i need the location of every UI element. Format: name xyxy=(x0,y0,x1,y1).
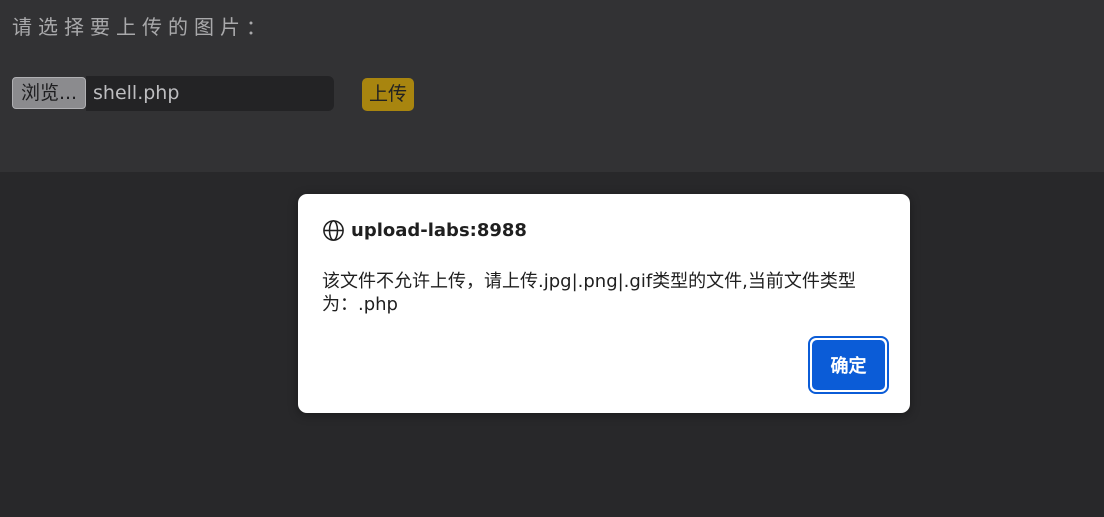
alert-dialog: upload-labs:8988 该文件不允许上传，请上传.jpg|.png|.… xyxy=(298,194,910,413)
selected-file-name: shell.php xyxy=(86,76,334,111)
ok-button[interactable]: 确定 xyxy=(812,340,885,390)
dialog-message: 该文件不允许上传，请上传.jpg|.png|.gif类型的文件,当前文件类型为：… xyxy=(322,271,856,315)
ok-button-focus-ring: 确定 xyxy=(808,336,889,394)
upload-button[interactable]: 上传 xyxy=(362,78,414,111)
dialog-header: upload-labs:8988 xyxy=(322,218,527,242)
dialog-title: upload-labs:8988 xyxy=(351,219,527,241)
upload-page: 请选择要上传的图片： 浏览... shell.php 上传 xyxy=(0,0,1104,172)
upload-prompt-label: 请选择要上传的图片： xyxy=(12,15,272,39)
browse-button[interactable]: 浏览... xyxy=(12,77,86,109)
globe-icon xyxy=(322,219,345,242)
